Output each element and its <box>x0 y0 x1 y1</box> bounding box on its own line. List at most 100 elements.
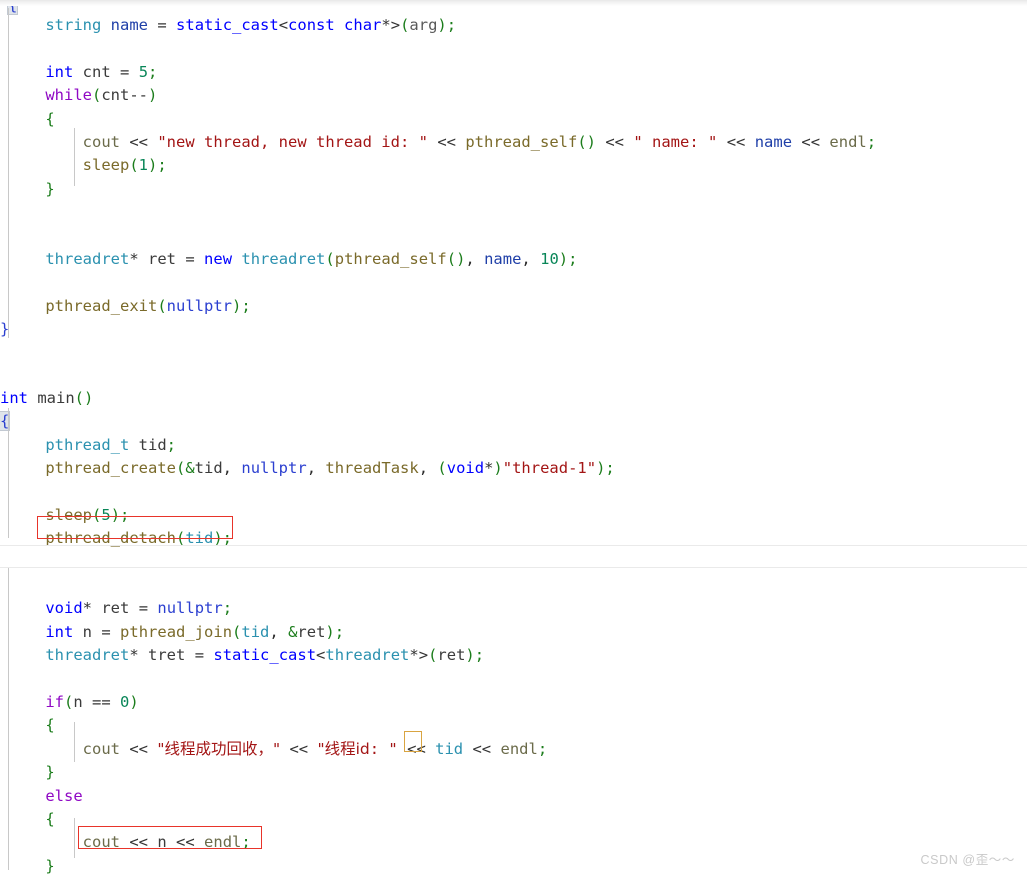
token-type-pthread-t: pthread_t <box>45 435 130 454</box>
token-kw-void: void <box>45 599 83 618</box>
code-line[interactable]: cout << "线程成功回收，" << "线程id: " << tid << … <box>0 738 1027 761</box>
code-lines-container[interactable]: { string name = static_cast<const char*>… <box>0 0 1027 878</box>
code-line-blank[interactable] <box>0 271 1027 294</box>
token-lparen: ( <box>92 86 102 105</box>
code-line[interactable]: } <box>0 855 1027 878</box>
token-kw-char: char <box>344 16 382 34</box>
code-line-blank[interactable] <box>0 201 1027 224</box>
token-kw-else: else <box>45 786 83 805</box>
token-op-amp: & <box>288 622 298 641</box>
token-rparen: ) <box>231 296 242 315</box>
token-rparen: ) <box>456 249 466 268</box>
token-lparen: ( <box>157 296 167 315</box>
token-lparen: ( <box>74 388 85 407</box>
code-line[interactable]: { <box>0 410 1027 433</box>
indent-guide-while-body <box>74 128 75 186</box>
token-op-shift: << <box>726 132 746 151</box>
code-line[interactable]: } <box>0 178 1027 201</box>
token-id-name: name <box>754 132 793 151</box>
code-line[interactable]: int n = pthread_join(tid, &ret); <box>0 621 1027 644</box>
token-rparen: ) <box>110 505 121 524</box>
token-kw-static-cast: static_cast <box>213 646 317 665</box>
code-line[interactable]: pthread_t tid; <box>0 434 1027 457</box>
token-rparen: ) <box>558 249 569 268</box>
token-op-star: * <box>129 646 139 665</box>
code-line[interactable]: { <box>0 714 1027 737</box>
code-line[interactable]: { <box>0 808 1027 831</box>
code-line-blank[interactable] <box>0 480 1027 503</box>
code-line-blank[interactable] <box>0 225 1027 248</box>
token-rparen: ) <box>465 646 475 665</box>
token-op-lt: < <box>316 646 326 665</box>
code-line[interactable]: } <box>0 318 1027 341</box>
code-line[interactable]: threadret* ret = new threadret(pthread_s… <box>0 248 1027 271</box>
code-line[interactable]: while(cnt--) <box>0 84 1027 107</box>
token-op-assign: = <box>138 599 149 618</box>
code-line-blank[interactable] <box>0 37 1027 60</box>
token-semi: ; <box>866 132 877 151</box>
code-line[interactable]: if(n == 0) <box>0 691 1027 714</box>
indent-guide-outer-top <box>8 8 9 338</box>
code-line[interactable]: sleep(1); <box>0 154 1027 177</box>
code-line-blank[interactable] <box>0 551 1027 574</box>
token-id-endl: endl <box>204 833 242 852</box>
code-line[interactable]: pthread_exit(nullptr); <box>0 295 1027 318</box>
token-kw-const: const <box>288 16 335 34</box>
token-semi: ; <box>446 16 457 34</box>
token-semi: ; <box>605 459 615 478</box>
code-line[interactable]: sleep(5); <box>0 504 1027 527</box>
token-lparen: ( <box>446 249 457 268</box>
token-rparen: ) <box>586 132 596 151</box>
token-kw-int: int <box>45 622 74 641</box>
indent-guide-main-body <box>8 408 9 538</box>
code-line[interactable]: } <box>0 761 1027 784</box>
token-num-1: 1 <box>138 156 149 175</box>
token-op-shift: << <box>129 833 148 852</box>
code-line[interactable]: int int main()main() <box>0 387 1027 410</box>
code-line-blank[interactable] <box>0 668 1027 691</box>
token-op-shift: << <box>407 739 426 758</box>
code-line[interactable]: { <box>0 108 1027 131</box>
token-op-shift: << <box>176 833 195 852</box>
token-semi: ; <box>157 156 167 175</box>
token-str-name-label: " name: " <box>633 132 718 151</box>
code-line[interactable]: { <box>0 0 1027 15</box>
fold-region-rule-top <box>0 545 1027 546</box>
token-id-tid: tid <box>138 435 167 454</box>
token-num-0: 0 <box>120 692 130 711</box>
token-kw-nullptr: nullptr <box>157 599 223 618</box>
token-type-string: string <box>45 16 102 34</box>
token-op-assign: = <box>120 62 130 81</box>
token-rparen: ) <box>437 16 447 34</box>
token-lparen: ( <box>577 132 587 151</box>
code-line-blank[interactable] <box>0 574 1027 597</box>
token-op-shift: << <box>801 132 821 151</box>
token-comma: , <box>222 459 233 478</box>
code-line-annotated-detach[interactable]: pthread_detach(tid); <box>0 527 1027 550</box>
token-id-cout: cout <box>82 132 120 151</box>
code-line[interactable]: int cnt = 5; <box>0 61 1027 84</box>
token-brace-open: { <box>45 716 55 735</box>
code-line[interactable]: string name = static_cast<const char*>(a… <box>0 14 1027 37</box>
code-line[interactable]: threadret* tret = static_cast<threadret*… <box>0 644 1027 667</box>
code-line-blank[interactable] <box>0 341 1027 364</box>
fold-region-rule-bottom <box>0 567 1027 568</box>
token-op-gt: > <box>418 646 429 665</box>
code-editor-viewport[interactable]: { string name = static_cast<const char*>… <box>0 0 1027 875</box>
code-line-blank[interactable] <box>0 365 1027 387</box>
token-lparen: ( <box>232 622 242 641</box>
token-op-shift: << <box>289 739 309 758</box>
token-semi: ; <box>222 599 233 618</box>
token-id-tid: tid <box>241 622 270 641</box>
token-semi: ; <box>568 249 578 268</box>
code-line-annotated-cout[interactable]: cout << n << endl; <box>0 831 1027 854</box>
code-line[interactable]: cout << "new thread, new thread id: " <<… <box>0 131 1027 154</box>
token-id-name: name <box>484 249 522 268</box>
token-id-name: name <box>110 16 148 34</box>
code-line[interactable]: pthread_create(&tid, nullptr, threadTask… <box>0 457 1027 480</box>
token-kw-nullptr: nullptr <box>166 296 232 315</box>
token-comma: , <box>521 249 531 268</box>
code-line[interactable]: void* ret = nullptr; <box>0 597 1027 620</box>
token-id-tid: tid <box>435 739 464 758</box>
code-line[interactable]: else <box>0 785 1027 808</box>
